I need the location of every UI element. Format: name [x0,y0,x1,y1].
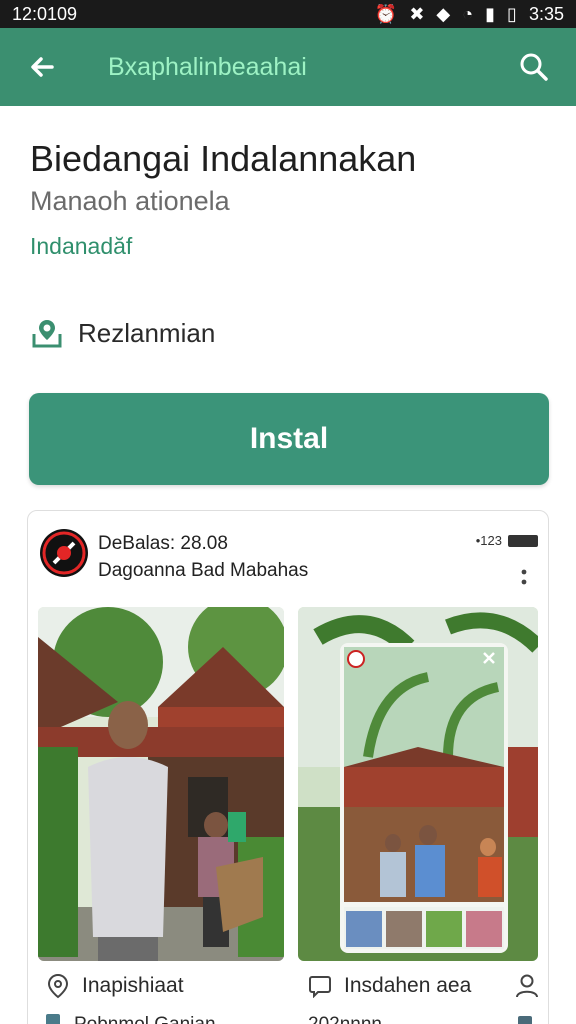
post-subtext-left: Pobnmol Ganian [46,1014,216,1024]
location-pin-icon [47,973,69,999]
post-card: DeBalas: 28.08 Dagoanna Bad Mabahas •123 [27,510,549,1024]
location-row[interactable]: Rezlanmian [30,316,215,350]
wifi-icon: ◔ [462,4,474,24]
post-date: DeBalas: 28.08 [98,533,228,554]
footer-right-label: Insdahen aea [344,974,472,997]
chat-icon [309,976,331,998]
status-icons: ⏰ ✖ ◆ ◔ ▮ ▯ 3:35 [375,5,564,23]
signal-icon: ▮ [485,4,496,24]
post-action-location[interactable]: Inapishiaat [46,973,184,999]
back-arrow-icon [31,57,54,77]
post-author: Dagoanna Bad Mabahas [98,560,309,581]
install-button[interactable]: Instal [29,393,549,485]
post-subtext-right: 202nnnn [308,1014,382,1024]
post-status: •123 [476,533,538,548]
status-bar: 12:0109 ⏰ ✖ ◆ ◔ ▮ ▯ 3:35 [0,0,576,28]
post-header: DeBalas: 28.08 Dagoanna Bad Mabahas •123 [40,529,538,589]
share-icon[interactable] [518,1016,532,1024]
notification-icon: ◆ [436,4,451,24]
search-button[interactable] [512,45,556,89]
search-icon [520,53,548,81]
status-right-time: 3:35 [528,4,564,24]
location-pin-icon [32,320,62,348]
developer-link[interactable]: Indanadăf [30,233,132,260]
app-bar: Bxaphalinbeaahai [0,28,576,106]
app-subtitle: Manaoh ationela [30,186,230,216]
app-title: Biedangai Indalannakan [30,138,417,179]
tag-icon [46,1014,60,1024]
village-family-photo [298,607,538,961]
footer-left-label: Inapishiaat [82,974,184,997]
avatar[interactable] [40,529,88,577]
app-bar-title: Bxaphalinbeaahai [108,52,307,81]
post-photo-left[interactable] [38,607,284,961]
post-action-comment[interactable]: Insdahen aea [308,973,540,999]
brand-logo-icon [42,531,86,575]
back-button[interactable] [20,45,64,89]
status-time: 12:0109 [12,3,78,24]
kebab-icon[interactable] [518,567,530,593]
person-icon[interactable] [514,973,540,999]
battery-mini-icon [508,534,538,547]
no-sound-icon: ✖ [409,4,425,24]
battery-icon: ▯ [507,4,517,24]
village-house-photo [38,607,284,961]
location-label: Rezlanmian [78,317,216,348]
post-photo-right[interactable] [298,607,538,961]
alarm-icon: ⏰ [374,4,398,24]
